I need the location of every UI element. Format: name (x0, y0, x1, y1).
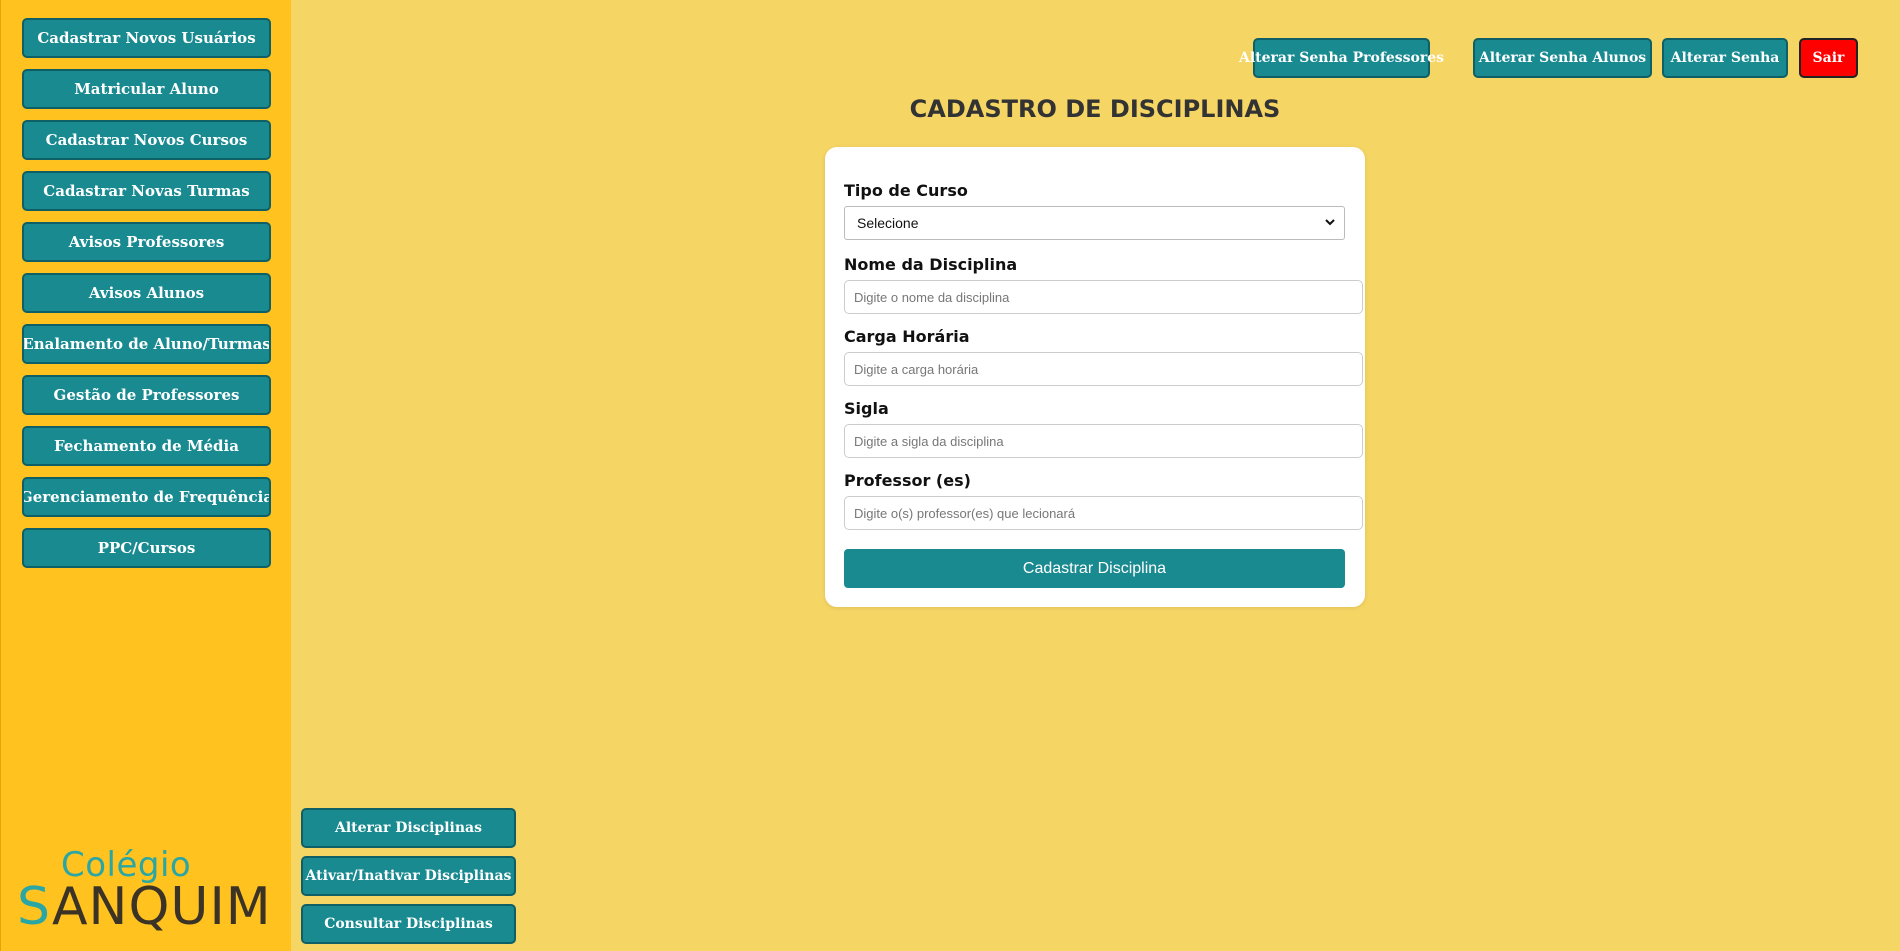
sidebar-item-matricular-aluno[interactable]: Matricular Aluno (22, 69, 271, 109)
logo-text-bottom: SANQUIM (17, 881, 272, 933)
change-password-teachers-button[interactable]: Alterar Senha Professores (1239, 38, 1444, 78)
discipline-name-label: Nome da Disciplina (844, 255, 1018, 274)
sidebar-item-avisos-alunos[interactable]: Avisos Alunos (22, 273, 271, 313)
sidebar-item-cadastrar-turmas[interactable]: Cadastrar Novas Turmas (22, 171, 271, 211)
sidebar-item-enturmamento[interactable]: Enalamento de Aluno/Turmas (22, 324, 271, 364)
page-title: CADASTRO DE DISCIPLINAS (909, 95, 1281, 123)
workload-input[interactable]: Digite a carga horária (844, 352, 1363, 386)
discipline-form: Tipo de Curso Selecione Nome da Discipli… (825, 147, 1365, 607)
sidebar: Cadastrar Novos Usuários Matricular Alun… (0, 0, 291, 951)
sidebar-item-cadastrar-usuarios[interactable]: Cadastrar Novos Usuários (22, 18, 271, 58)
teacher-input[interactable]: Digite o(s) professor(es) que lecionará (844, 496, 1363, 530)
search-disciplines-button[interactable]: Consultar Disciplinas (301, 904, 516, 944)
school-logo: Colégio SANQUIM (17, 845, 271, 940)
logout-button[interactable]: Sair (1799, 38, 1858, 78)
logo-letter-s: S (17, 877, 52, 937)
sidebar-item-gestao-professores[interactable]: Gestão de Professores (22, 375, 271, 415)
teacher-label: Professor (es) (844, 471, 971, 490)
workload-label: Carga Horária (844, 327, 970, 346)
course-type-label: Tipo de Curso (844, 181, 968, 200)
acronym-label: Sigla (844, 399, 889, 418)
sidebar-item-fechamento-media[interactable]: Fechamento de Média (22, 426, 271, 466)
page: Cadastrar Novos Usuários Matricular Alun… (0, 0, 1900, 951)
discipline-name-input[interactable]: Digite o nome da disciplina (844, 280, 1363, 314)
acronym-input[interactable]: Digite a sigla da disciplina (844, 424, 1363, 458)
course-type-select[interactable]: Selecione (844, 206, 1345, 240)
course-type-value: Selecione (857, 215, 919, 231)
sidebar-item-cadastrar-cursos[interactable]: Cadastrar Novos Cursos (22, 120, 271, 160)
change-password-button[interactable]: Alterar Senha (1662, 38, 1788, 78)
edit-disciplines-button[interactable]: Alterar Disciplinas (301, 808, 516, 848)
change-password-students-button[interactable]: Alterar Senha Alunos (1473, 38, 1652, 78)
sidebar-item-avisos-professores[interactable]: Avisos Professores (22, 222, 271, 262)
sidebar-item-ppc-cursos[interactable]: PPC/Cursos (22, 528, 271, 568)
toggle-disciplines-button[interactable]: Ativar/Inativar Disciplinas (301, 856, 516, 896)
submit-discipline-button[interactable]: Cadastrar Disciplina (844, 549, 1345, 588)
logo-text-rest: ANQUIM (51, 877, 272, 937)
sidebar-item-frequencia[interactable]: Gerenciamento de Frequência (22, 477, 271, 517)
chevron-down-icon (1325, 219, 1335, 226)
